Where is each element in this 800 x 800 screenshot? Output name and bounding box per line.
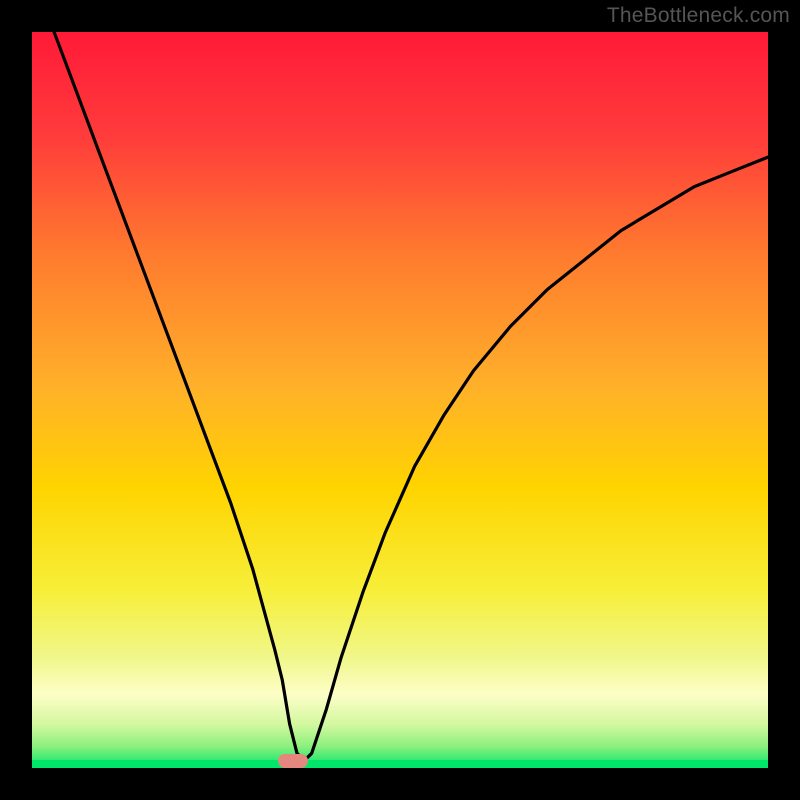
minimum-marker bbox=[278, 754, 308, 768]
watermark-text: TheBottleneck.com bbox=[607, 4, 790, 28]
bottleneck-curve bbox=[32, 32, 768, 768]
chart-frame: TheBottleneck.com bbox=[0, 0, 800, 800]
plot-area bbox=[32, 32, 768, 768]
